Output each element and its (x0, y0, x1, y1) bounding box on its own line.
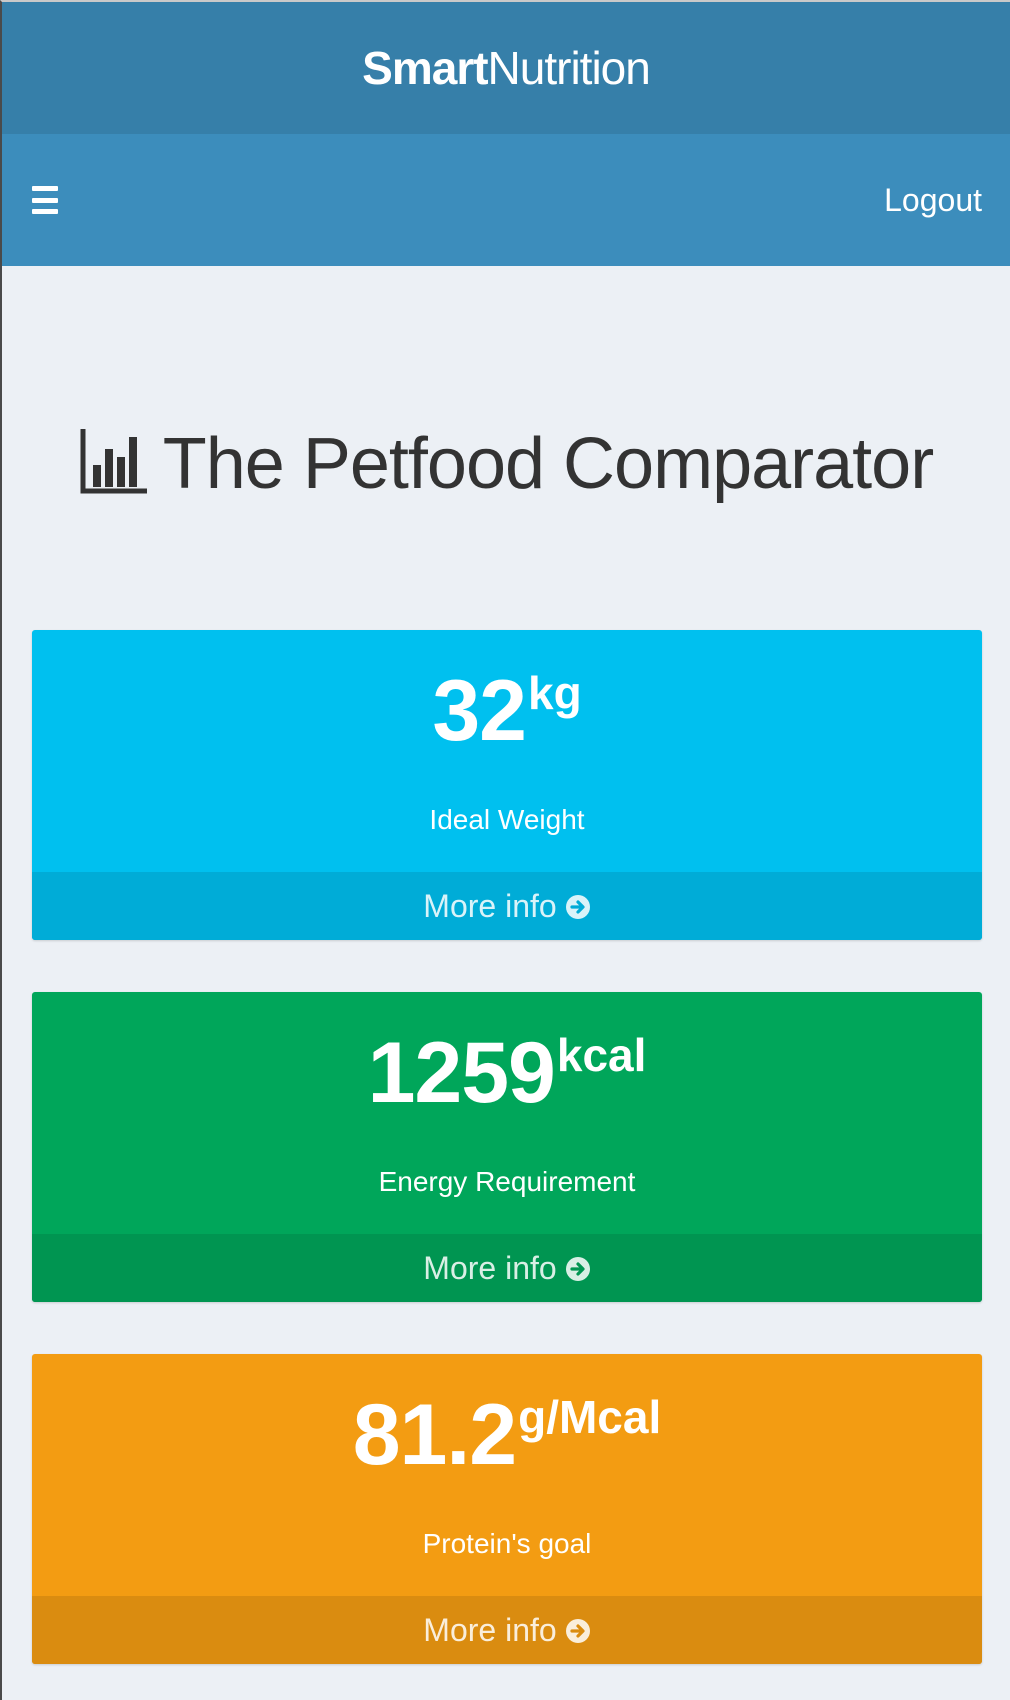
box-inner: 1259kcal Energy Requirement (32, 992, 982, 1234)
ideal-weight-more-info-link[interactable]: More info (32, 872, 982, 940)
more-info-label: More info (423, 1611, 557, 1648)
page-title: The Petfood Comparator (162, 424, 934, 504)
stat-value: 81.2g/Mcal (32, 1392, 982, 1478)
bar-chart-icon (80, 429, 147, 494)
brand-name-strong: Smart (362, 42, 488, 94)
protein-goal-label: Protein's goal (422, 1528, 592, 1559)
protein-goal-more-info-link[interactable]: More info (32, 1596, 982, 1664)
menu-line (32, 197, 58, 203)
arrow-circle-right-icon (565, 1257, 590, 1281)
top-navbar: Logout (2, 134, 1010, 266)
ideal-weight-unit: kg (527, 667, 582, 719)
logout-link[interactable]: Logout (884, 182, 982, 219)
energy-requirement-label: Energy Requirement (378, 1166, 636, 1197)
box-inner: 32kg Ideal Weight (32, 630, 982, 872)
page-title-row: The Petfood Comparator (2, 364, 1010, 564)
arrow-circle-right-icon (565, 895, 590, 919)
menu-line (32, 209, 58, 214)
stat-value: 32kg (32, 668, 982, 754)
protein-goal-unit: g/Mcal (518, 1391, 662, 1443)
hamburger-menu-icon[interactable] (32, 186, 58, 214)
protein-goal-value: 81.2 (352, 1387, 517, 1483)
energy-requirement-box: 1259kcal Energy Requirement More info (32, 992, 982, 1302)
ideal-weight-box: 32kg Ideal Weight More info (32, 630, 982, 940)
protein-goal-box: 81.2g/Mcal Protein's goal More info (32, 1354, 982, 1664)
more-info-label: More info (423, 887, 557, 924)
energy-requirement-more-info-link[interactable]: More info (32, 1234, 982, 1302)
menu-line (32, 186, 58, 191)
energy-requirement-unit: kcal (556, 1029, 647, 1081)
brand-name-light: Nutrition (487, 42, 651, 94)
box-inner: 81.2g/Mcal Protein's goal (32, 1354, 982, 1596)
ideal-weight-value: 32 (432, 663, 527, 759)
stat-boxes: 32kg Ideal Weight More info 1259kcal Ene… (32, 630, 982, 1700)
brand-header: Smart Nutrition (2, 2, 1010, 134)
energy-requirement-value: 1259 (367, 1025, 556, 1121)
stat-value: 1259kcal (32, 1030, 982, 1116)
ideal-weight-label: Ideal Weight (429, 804, 585, 835)
app-root: Smart Nutrition Logout The Petfood Compar… (0, 0, 1010, 1700)
more-info-label: More info (423, 1249, 557, 1286)
arrow-circle-right-icon (565, 1619, 590, 1643)
